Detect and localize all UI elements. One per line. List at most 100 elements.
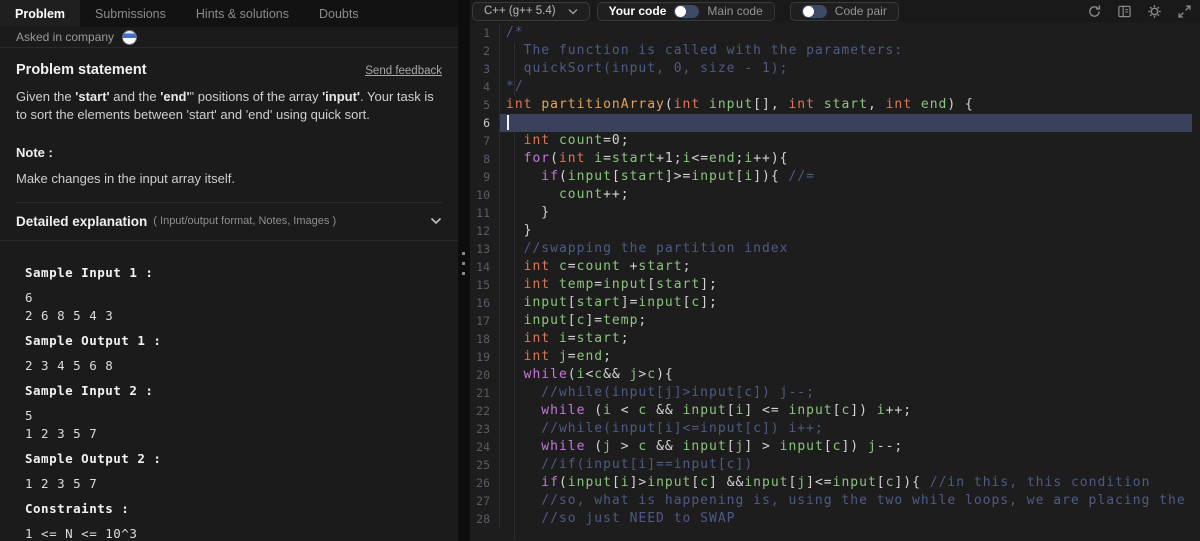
line-content[interactable]: while (i < c && input[i] <= input[c]) i+… bbox=[500, 402, 1192, 420]
problem-statement-text: Given the 'start' and the 'end'" positio… bbox=[16, 89, 434, 123]
code-line-20[interactable]: 20 while(i<c&& j>c){ bbox=[470, 366, 1200, 384]
line-content[interactable]: int c=count +start; bbox=[500, 258, 1192, 276]
line-number: 23 bbox=[470, 420, 500, 438]
settings-gear-icon[interactable] bbox=[1147, 4, 1162, 19]
line-content[interactable]: The function is called with the paramete… bbox=[500, 42, 1192, 60]
code-line-18[interactable]: 18 int i=start; bbox=[470, 330, 1200, 348]
line-number: 16 bbox=[470, 294, 500, 312]
reset-icon[interactable] bbox=[1087, 4, 1102, 19]
tab-doubts[interactable]: Doubts bbox=[304, 0, 374, 27]
code-line-21[interactable]: 21 //while(input[j]>input[c]) j--; bbox=[470, 384, 1200, 402]
asked-in-company-row: Asked in company bbox=[0, 27, 458, 48]
line-number: 4 bbox=[470, 78, 500, 96]
code-editor[interactable]: 1/* 2 The function is called with the par… bbox=[470, 22, 1200, 541]
fullscreen-icon[interactable] bbox=[1177, 4, 1192, 19]
panel-resizer[interactable] bbox=[458, 0, 470, 541]
toggle-knob bbox=[675, 5, 687, 17]
sample-heading: Sample Output 1 : bbox=[25, 332, 162, 348]
tab-problem[interactable]: Problem bbox=[0, 0, 81, 27]
line-content[interactable]: while(i<c&& j>c){ bbox=[500, 366, 1192, 384]
code-line-16[interactable]: 16 input[start]=input[c]; bbox=[470, 294, 1200, 312]
text-cursor bbox=[507, 115, 509, 130]
line-content[interactable]: //so just NEED to SWAP bbox=[500, 510, 1192, 528]
code-line-11[interactable]: 11 } bbox=[470, 204, 1200, 222]
line-number: 11 bbox=[470, 204, 500, 222]
line-content[interactable]: //while(input[j]>input[c]) j--; bbox=[500, 384, 1192, 402]
detailed-explanation-toggle[interactable]: Detailed explanation ( Input/output form… bbox=[0, 203, 458, 240]
language-select[interactable]: C++ (g++ 5.4) bbox=[472, 1, 590, 21]
line-content[interactable]: */ bbox=[500, 78, 1192, 96]
line-content[interactable]: int partitionArray(int input[], int star… bbox=[500, 96, 1192, 114]
sample-heading: Sample Input 2 : bbox=[25, 382, 154, 398]
code-line-23[interactable]: 23 //while(input[i]<=input[c]) i++; bbox=[470, 420, 1200, 438]
detailed-explanation-heading: Detailed explanation bbox=[16, 213, 148, 229]
code-line-12[interactable]: 12 } bbox=[470, 222, 1200, 240]
line-content[interactable]: } bbox=[500, 222, 1192, 240]
line-content[interactable]: quickSort(input, 0, size - 1); bbox=[500, 60, 1192, 78]
tab-submissions[interactable]: Submissions bbox=[80, 0, 181, 27]
sample-value: 1 <= N <= 10^3 bbox=[25, 525, 138, 541]
tab-hints-solutions[interactable]: Hints & solutions bbox=[181, 0, 304, 27]
layout-icon[interactable] bbox=[1117, 4, 1132, 19]
code-line-2[interactable]: 2 The function is called with the parame… bbox=[470, 42, 1200, 60]
line-content[interactable]: int count=0; bbox=[500, 132, 1192, 150]
code-mode-toggle[interactable] bbox=[674, 4, 700, 18]
line-content[interactable]: /* bbox=[500, 24, 1192, 42]
drag-handle-icon[interactable] bbox=[462, 252, 465, 275]
line-content[interactable]: input[c]=temp; bbox=[500, 312, 1192, 330]
code-line-1[interactable]: 1/* bbox=[470, 24, 1200, 42]
code-line-27[interactable]: 27 //so, what is happening is, using the… bbox=[470, 492, 1200, 510]
problem-tabbar: Problem Submissions Hints & solutions Doubt… bbox=[0, 0, 458, 27]
code-line-9[interactable]: 9 if(input[start]>=input[i]){ //= bbox=[470, 168, 1200, 186]
chevron-down-icon bbox=[568, 8, 578, 15]
code-line-26[interactable]: 26 if(input[i]>input[c] &&input[j]<=inpu… bbox=[470, 474, 1200, 492]
code-line-13[interactable]: 13 //swapping the partition index bbox=[470, 240, 1200, 258]
line-content[interactable]: count++; bbox=[500, 186, 1192, 204]
code-pair-toggle[interactable] bbox=[801, 4, 827, 18]
send-feedback-link[interactable]: Send feedback bbox=[365, 65, 442, 77]
sample-value: 6 bbox=[25, 289, 34, 305]
editor-toolbar: C++ (g++ 5.4) Your code Main code Code p… bbox=[470, 0, 1200, 22]
line-content[interactable]: for(int i=start+1;i<=end;i++){ bbox=[500, 150, 1192, 168]
line-content[interactable]: int temp=input[start]; bbox=[500, 276, 1192, 294]
code-line-14[interactable]: 14 int c=count +start; bbox=[470, 258, 1200, 276]
code-line-7[interactable]: 7 int count=0; bbox=[470, 132, 1200, 150]
line-content[interactable]: } bbox=[500, 204, 1192, 222]
line-content[interactable]: //if(input[i]==input[c]) bbox=[500, 456, 1192, 474]
line-content[interactable]: int i=start; bbox=[500, 330, 1192, 348]
line-content[interactable]: if(input[start]>=input[i]){ //= bbox=[500, 168, 1192, 186]
code-line-19[interactable]: 19 int j=end; bbox=[470, 348, 1200, 366]
sample-heading: Sample Input 1 : bbox=[25, 264, 154, 280]
code-line-8[interactable]: 8 for(int i=start+1;i<=end;i++){ bbox=[470, 150, 1200, 168]
code-line-22[interactable]: 22 while (i < c && input[i] <= input[c])… bbox=[470, 402, 1200, 420]
code-line-28[interactable]: 28 //so just NEED to SWAP bbox=[470, 510, 1200, 528]
code-line-4[interactable]: 4 */ bbox=[470, 78, 1200, 96]
code-line-6[interactable]: 6 bbox=[470, 114, 1200, 132]
code-line-3[interactable]: 3 quickSort(input, 0, size - 1); bbox=[470, 60, 1200, 78]
line-content[interactable]: input[start]=input[c]; bbox=[500, 294, 1192, 312]
line-content[interactable] bbox=[500, 114, 1192, 132]
code-line-5[interactable]: 5 int partitionArray(int input[], int sta… bbox=[470, 96, 1200, 114]
code-line-17[interactable]: 17 input[c]=temp; bbox=[470, 312, 1200, 330]
code-line-25[interactable]: 25 //if(input[i]==input[c]) bbox=[470, 456, 1200, 474]
line-number: 17 bbox=[470, 312, 500, 330]
language-label: C++ (g++ 5.4) bbox=[484, 5, 556, 17]
line-number: 7 bbox=[470, 132, 500, 150]
your-code-label: Your code bbox=[608, 4, 667, 18]
chevron-down-icon[interactable] bbox=[430, 217, 442, 225]
line-number: 24 bbox=[470, 438, 500, 456]
sample-heading: Sample Output 2 : bbox=[25, 450, 162, 466]
line-number: 5 bbox=[470, 96, 500, 114]
code-line-10[interactable]: 10 count++; bbox=[470, 186, 1200, 204]
line-content[interactable]: int j=end; bbox=[500, 348, 1192, 366]
code-line-24[interactable]: 24 while (j > c && input[j] > input[c]) … bbox=[470, 438, 1200, 456]
line-number: 22 bbox=[470, 402, 500, 420]
toggle-knob bbox=[802, 5, 814, 17]
code-pair-pill: Code pair bbox=[789, 1, 899, 21]
line-content[interactable]: while (j > c && input[j] > input[c]) j--… bbox=[500, 438, 1192, 456]
line-content[interactable]: //so, what is happening is, using the tw… bbox=[500, 492, 1192, 510]
code-line-15[interactable]: 15 int temp=input[start]; bbox=[470, 276, 1200, 294]
line-content[interactable]: //swapping the partition index bbox=[500, 240, 1192, 258]
line-content[interactable]: if(input[i]>input[c] &&input[j]<=input[c… bbox=[500, 474, 1192, 492]
line-content[interactable]: //while(input[i]<=input[c]) i++; bbox=[500, 420, 1192, 438]
